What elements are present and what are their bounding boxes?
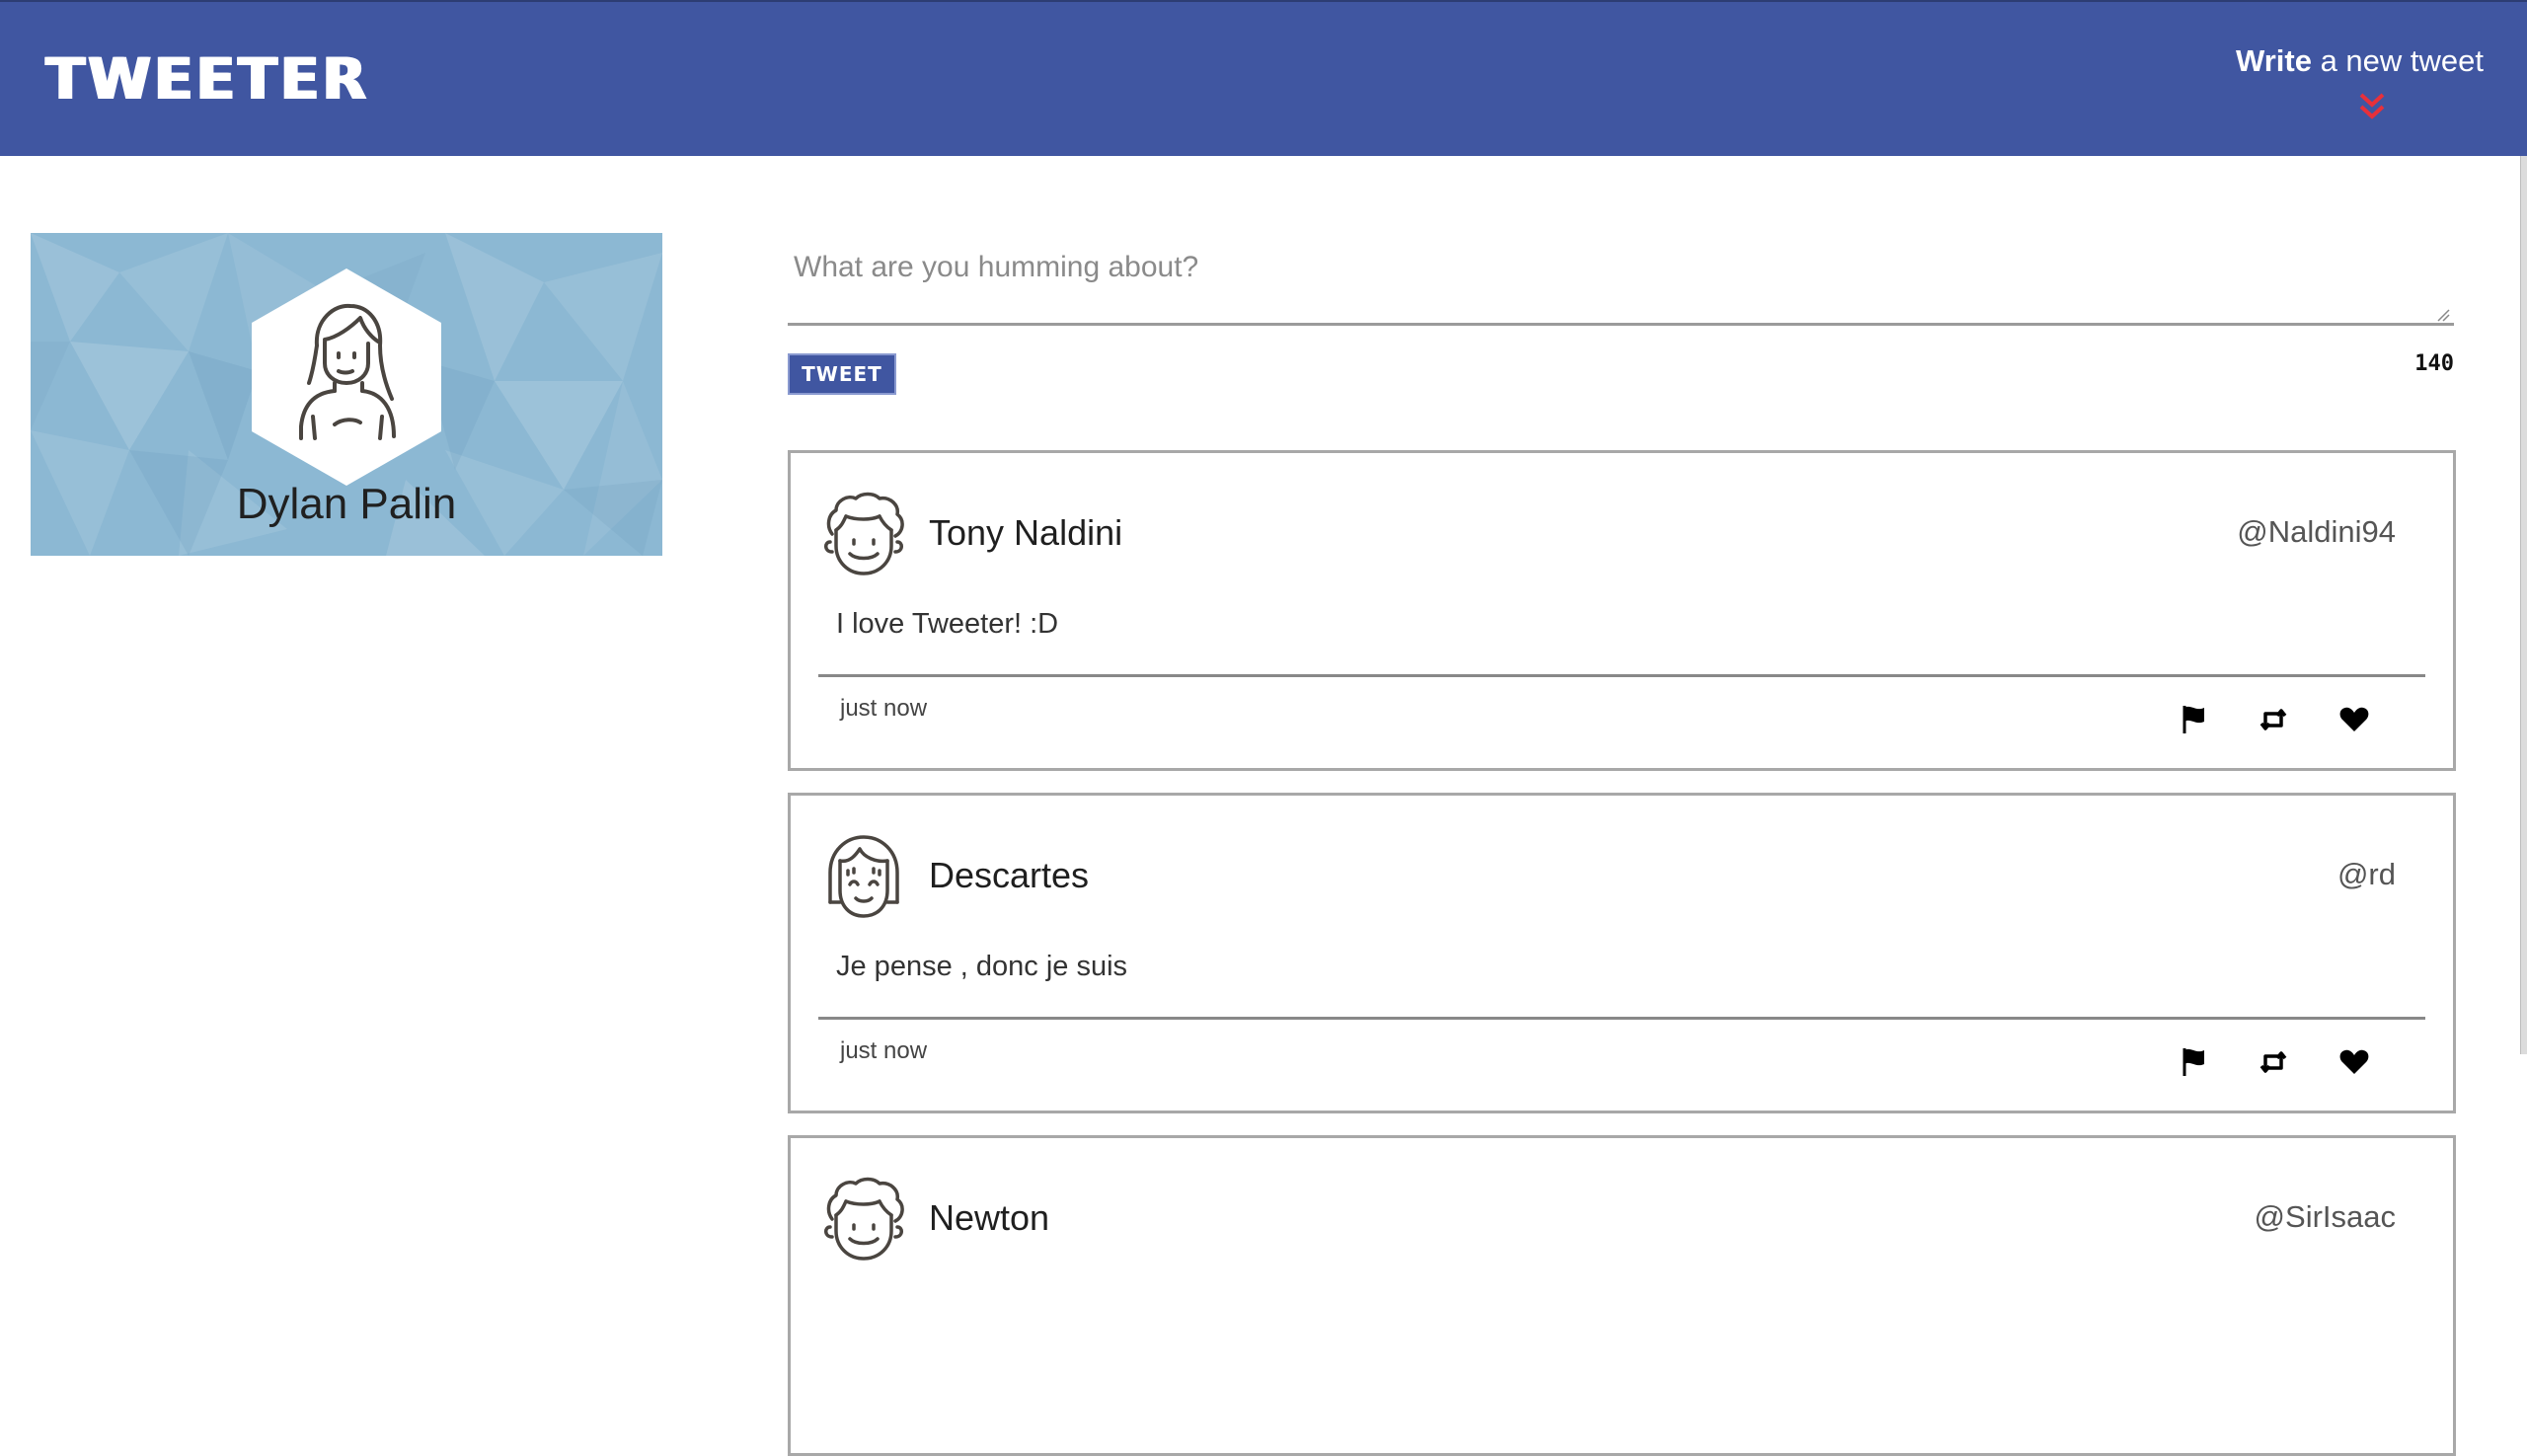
curly-hair-man-icon [824, 1177, 904, 1261]
woman-avatar-icon [252, 268, 441, 486]
tweet-text: Je pense , donc je suis [836, 951, 1128, 982]
resize-grip-icon[interactable] [2434, 306, 2450, 322]
tweet-author-handle[interactable]: @Naldini94 [2237, 514, 2396, 550]
retweet-icon[interactable] [2258, 1046, 2289, 1078]
tweet-author-name[interactable]: Tony Naldini [929, 512, 1122, 554]
write-new-tweet-toggle[interactable]: Write a new tweet [2187, 43, 2484, 119]
tweet-author-name[interactable]: Descartes [929, 855, 1089, 896]
flag-icon[interactable] [2179, 1046, 2210, 1078]
tweet-text: I love Tweeter! :D [836, 608, 1059, 640]
write-new-tweet-label: Write a new tweet [2236, 43, 2484, 78]
profile-card: Dylan Palin [31, 233, 662, 556]
profile-name: Dylan Palin [236, 480, 457, 528]
double-chevron-down-icon[interactable] [2357, 91, 2387, 122]
tweet-submit-button[interactable]: TWEET [788, 353, 896, 395]
tweet-timestamp: just now [840, 695, 928, 722]
tweet-card: Tony Naldini @Naldini94 I love Tweeter! … [788, 450, 2456, 771]
tweet-divider [818, 674, 2425, 677]
tweet-author-name[interactable]: Newton [929, 1197, 1049, 1239]
tweet-text-input[interactable] [788, 233, 2454, 326]
bob-hair-woman-icon [828, 835, 899, 918]
tweet-timestamp: just now [840, 1037, 928, 1064]
tweet-card: Newton @SirIsaac [788, 1135, 2456, 1456]
tweet-card: Descartes @rd Je pense , donc je suis ju… [788, 793, 2456, 1113]
top-navbar: TWEETER Write a new tweet [0, 0, 2527, 156]
character-counter: 140 [2414, 351, 2454, 376]
new-tweet-form: TWEET 140 [788, 233, 2454, 395]
heart-icon[interactable] [2338, 704, 2370, 735]
retweet-icon[interactable] [2258, 704, 2289, 735]
brand-logo[interactable]: TWEETER [45, 45, 369, 113]
tweet-author-handle[interactable]: @rd [2337, 857, 2396, 892]
tweet-divider [818, 1017, 2425, 1020]
page-scrollbar[interactable] [2520, 156, 2527, 1054]
tweet-actions [2179, 704, 2396, 739]
heart-icon[interactable] [2338, 1046, 2370, 1078]
tweet-actions [2179, 1046, 2396, 1082]
curly-hair-man-icon [824, 492, 904, 575]
flag-icon[interactable] [2179, 704, 2210, 735]
tweet-author-handle[interactable]: @SirIsaac [2255, 1199, 2396, 1235]
